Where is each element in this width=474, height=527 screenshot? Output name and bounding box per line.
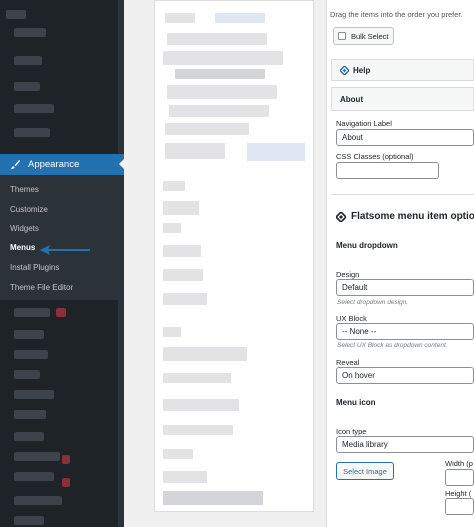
sidebar-item-blurred[interactable] (14, 128, 50, 137)
menu-item-header-about[interactable]: About (331, 87, 474, 111)
appearance-label: Appearance (28, 159, 80, 170)
css-classes-input[interactable] (336, 162, 439, 179)
section-divider (331, 194, 474, 195)
select-image-label: Select Image (343, 466, 387, 476)
sidebar-item-blurred[interactable] (14, 370, 40, 379)
sidebar-item-blurred[interactable] (14, 104, 54, 113)
sidebar-item-blurred[interactable] (14, 472, 54, 481)
menu-icon-heading: Menu icon (336, 398, 376, 407)
menu-structure-column (124, 0, 324, 527)
sidebar-item-appearance[interactable]: Appearance (0, 154, 124, 175)
ux-block-select[interactable]: -- None -- (336, 323, 474, 340)
bulk-select-button[interactable]: Bulk Select (333, 27, 394, 45)
drag-instructions: Drag the items into the order you prefer… (330, 10, 463, 19)
menu-dropdown-heading: Menu dropdown (336, 241, 398, 250)
select-image-button[interactable]: Select Image (336, 462, 394, 480)
sidebar-item-blurred[interactable] (14, 496, 62, 505)
submenu-item-theme-file-editor[interactable]: Theme File Editor (10, 283, 73, 292)
flatsome-logo-icon (340, 65, 349, 75)
navigation-label-input[interactable]: About (336, 129, 474, 146)
sidebar-badge-blurred (62, 478, 70, 487)
flatsome-options-title: Flatsome menu item option (336, 211, 474, 222)
sidebar-item-blurred[interactable] (14, 308, 50, 317)
sidebar-item-blurred[interactable] (14, 350, 48, 359)
design-hint: Select dropdown design. (337, 299, 409, 306)
design-value: Default (342, 283, 368, 292)
menu-items-panel (154, 0, 314, 512)
submenu-item-menus[interactable]: Menus (10, 243, 35, 252)
ux-block-label: UX Block (336, 314, 367, 323)
submenu-item-themes[interactable]: Themes (10, 185, 39, 194)
width-label: Width (p (445, 459, 473, 468)
icon-type-value: Media library (342, 440, 388, 449)
reveal-select[interactable]: On hover (336, 367, 474, 384)
ux-block-value: -- None -- (342, 327, 377, 336)
sidebar-item-blurred[interactable] (14, 432, 44, 441)
flatsome-options-label: Flatsome menu item option (351, 211, 474, 222)
pointer-arrow-icon (40, 245, 90, 255)
sidebar-badge-blurred (56, 308, 66, 317)
reveal-value: On hover (342, 371, 375, 380)
ux-block-hint: Select UX Block as dropdown content. (337, 342, 448, 349)
help-label: Help (353, 65, 371, 75)
sidebar-item-blurred[interactable] (14, 390, 54, 399)
bulk-select-label: Bulk Select (351, 31, 389, 41)
sidebar-item-blurred[interactable] (14, 330, 44, 339)
flatsome-logo-icon (336, 211, 346, 222)
sidebar-item-blurred[interactable] (14, 410, 46, 419)
sidebar-item-blurred[interactable] (14, 82, 40, 91)
bulk-select-checkbox[interactable] (338, 32, 346, 40)
height-input[interactable] (445, 498, 474, 515)
navigation-label-value: About (342, 133, 363, 142)
css-classes-label: CSS Classes (optional) (336, 152, 414, 161)
design-select[interactable]: Default (336, 279, 474, 296)
reveal-label: Reveal (336, 358, 360, 367)
navigation-label-label: Navigation Label (336, 119, 392, 128)
sidebar-item-blurred[interactable] (6, 10, 26, 19)
sidebar-badge-blurred (62, 455, 70, 464)
submenu-item-customize[interactable]: Customize (10, 205, 48, 214)
menu-item-title: About (340, 94, 364, 104)
appearance-submenu: Themes Customize Widgets Menus Install P… (0, 175, 124, 300)
design-label: Design (336, 270, 360, 279)
sidebar-item-blurred[interactable] (14, 452, 60, 461)
submenu-item-widgets[interactable]: Widgets (10, 224, 39, 233)
icon-type-select[interactable]: Media library (336, 436, 474, 453)
sidebar-item-blurred[interactable] (14, 28, 46, 37)
width-input[interactable] (445, 469, 474, 486)
help-section-header[interactable]: Help (331, 59, 474, 81)
admin-sidebar: Appearance Themes Customize Widgets Menu… (0, 0, 124, 527)
paintbrush-icon (10, 159, 21, 170)
height-label: Height ( (445, 489, 472, 498)
icon-type-label: Icon type (336, 427, 367, 436)
sidebar-item-blurred[interactable] (14, 516, 44, 525)
sidebar-item-blurred[interactable] (14, 56, 42, 65)
submenu-item-install-plugins[interactable]: Install Plugins (10, 263, 59, 272)
